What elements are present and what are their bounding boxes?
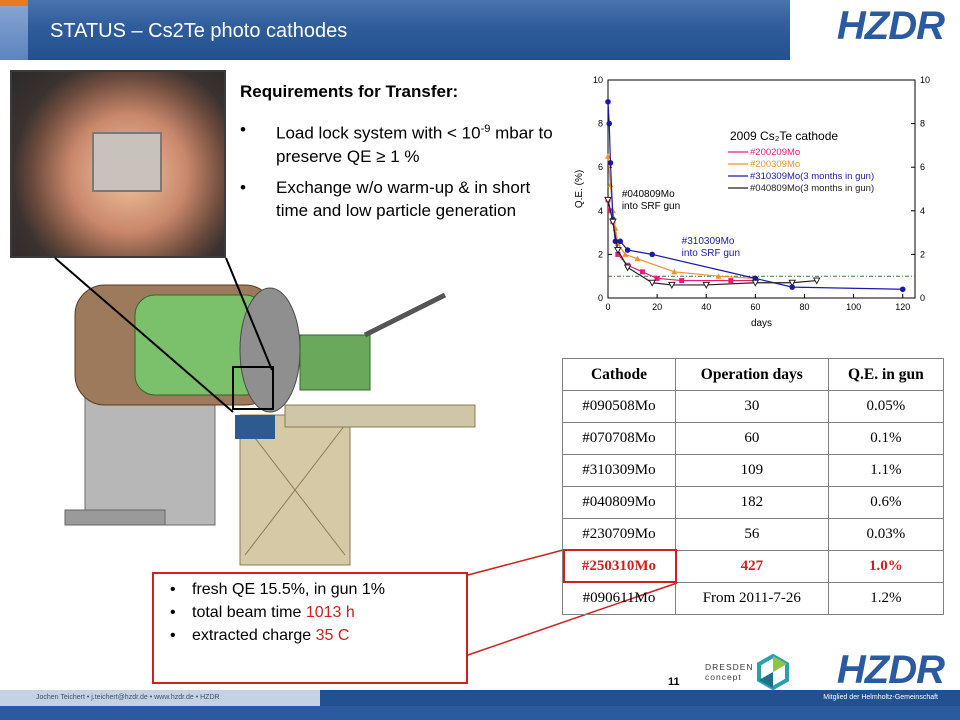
cell-cathode: #090611Mo [562, 582, 676, 615]
x-tick-label: 20 [652, 302, 662, 312]
data-point [624, 247, 631, 253]
y-tick-label: 10 [593, 75, 603, 85]
y2-tick-label: 2 [920, 249, 925, 259]
y2-tick-label: 4 [920, 206, 925, 216]
y-tick-label: 2 [598, 249, 603, 259]
slide-header: STATUS – Cs2Te photo cathodes [0, 0, 960, 60]
dresden-ring-icon [757, 654, 789, 690]
page-number: 11 [668, 676, 680, 688]
y2-tick-label: 6 [920, 162, 925, 172]
data-point [649, 251, 656, 258]
x-tick-label: 40 [701, 302, 711, 312]
cell-days: 427 [674, 550, 829, 583]
cell-qe: 1.0% [827, 550, 945, 583]
cell-days: 60 [674, 422, 829, 455]
x-tick-label: 120 [895, 302, 910, 312]
col-header-operation-days: Operation days [674, 358, 829, 391]
legend-label: #310309Mo(3 months in gun) [750, 171, 874, 182]
cell-cathode: #310309Mo [562, 454, 676, 487]
x-tick-label: 60 [750, 302, 760, 312]
data-point [606, 120, 613, 127]
annotation-label: #310309Mo [682, 236, 735, 247]
table-header-row: Cathode Operation days Q.E. in gun [562, 358, 945, 391]
annotation-label: into SRF gun [682, 248, 740, 259]
legend-label: #200209Mo [750, 147, 800, 158]
cell-days: 56 [674, 518, 829, 551]
col-header-qe: Q.E. in gun [827, 358, 945, 391]
table-row: #310309Mo 109 1.1% [562, 454, 945, 487]
cell-qe: 0.03% [827, 518, 945, 551]
cell-days: 182 [674, 486, 829, 519]
cell-cathode: #230709Mo [562, 518, 676, 551]
info-list: fresh QE 15.5%, in gun 1% total beam tim… [154, 574, 466, 647]
highlight-box [563, 549, 677, 583]
series-line [607, 156, 756, 279]
annotation-label: into SRF gun [622, 201, 680, 212]
info-item-beam-time: total beam time 1013 h [170, 601, 460, 624]
data-point [605, 99, 611, 105]
table-row: #090611Mo From 2011-7-26 1.2% [562, 582, 945, 615]
qe-chart: 0 20 40 60 80 100 12002468100246810daysQ.E. (%… [560, 66, 950, 346]
y2-tick-label: 8 [920, 119, 925, 129]
cell-cathode: #070708Mo [562, 422, 676, 455]
chart-title: 2009 Cs₂Te cathode [730, 129, 838, 143]
footer-line [0, 706, 960, 720]
x-tick-label: 80 [799, 302, 809, 312]
info-item-charge: extracted charge 35 C [170, 624, 460, 647]
legend-label: #040809Mo(3 months in gun) [750, 183, 874, 194]
dresden-concept-logo: DRESDEN concept [705, 654, 795, 690]
footer-member: Mitglied der Helmholtz-Gemeinschaft [823, 694, 938, 701]
cell-qe: 1.2% [827, 582, 945, 615]
cathode-chamber-photo [10, 70, 226, 258]
x-axis-label: days [751, 318, 772, 329]
table-row: #040809Mo 182 0.6% [562, 486, 945, 519]
cell-days: 30 [674, 390, 829, 423]
footer-author: Jochen Teichert • j.teichert@hzdr.de • w… [36, 694, 220, 701]
hzdr-logo-bottom: HZDR [836, 648, 945, 692]
x-tick-label: 100 [846, 302, 861, 312]
cell-qe: 1.1% [827, 454, 945, 487]
data-point [728, 278, 734, 284]
table-row: #230709Mo 56 0.03% [562, 518, 945, 551]
y-tick-label: 0 [598, 293, 603, 303]
hzdr-logo-top: HZDR [836, 4, 945, 48]
legend-label: #200309Mo [750, 159, 800, 170]
cell-qe: 0.05% [827, 390, 945, 423]
srf-gun-illustration [64, 284, 476, 566]
header-accent [0, 0, 28, 60]
requirement-item: Exchange w/o warm-up & in short time and… [240, 176, 560, 222]
requirements-title: Requirements for Transfer: [240, 82, 459, 101]
cell-days: 109 [674, 454, 829, 487]
data-point [617, 238, 624, 245]
y-axis-label: Q.E. (%) [574, 170, 585, 208]
page-title: STATUS – Cs2Te photo cathodes [50, 20, 348, 42]
y-tick-label: 6 [598, 162, 603, 172]
requirements-list: Load lock system with < 10-9 mbar to pre… [240, 118, 560, 230]
cell-days: From 2011-7-26 [674, 582, 829, 615]
y-tick-label: 8 [598, 119, 603, 129]
table-row: #090508Mo 30 0.05% [562, 390, 945, 423]
cathode-info-box: fresh QE 15.5%, in gun 1% total beam tim… [152, 572, 468, 684]
y2-tick-label: 0 [920, 293, 925, 303]
cell-cathode: #040809Mo [562, 486, 676, 519]
y2-tick-label: 10 [920, 75, 930, 85]
header-orange-mark [0, 0, 28, 6]
data-point [639, 269, 645, 275]
y-tick-label: 4 [598, 206, 603, 216]
data-point [899, 286, 906, 293]
photo-cathode-holder [92, 132, 162, 192]
data-point [607, 160, 614, 166]
cell-cathode: #090508Mo [562, 390, 676, 423]
info-item-fresh-qe: fresh QE 15.5%, in gun 1% [170, 578, 460, 601]
cell-qe: 0.6% [827, 486, 945, 519]
table-row: #070708Mo 60 0.1% [562, 422, 945, 455]
col-header-cathode: Cathode [562, 358, 676, 391]
cell-qe: 0.1% [827, 422, 945, 455]
data-point [679, 278, 685, 284]
requirement-item: Load lock system with < 10-9 mbar to pre… [240, 118, 560, 168]
annotation-label: #040809Mo [622, 189, 675, 200]
x-tick-label: 0 [605, 302, 610, 312]
